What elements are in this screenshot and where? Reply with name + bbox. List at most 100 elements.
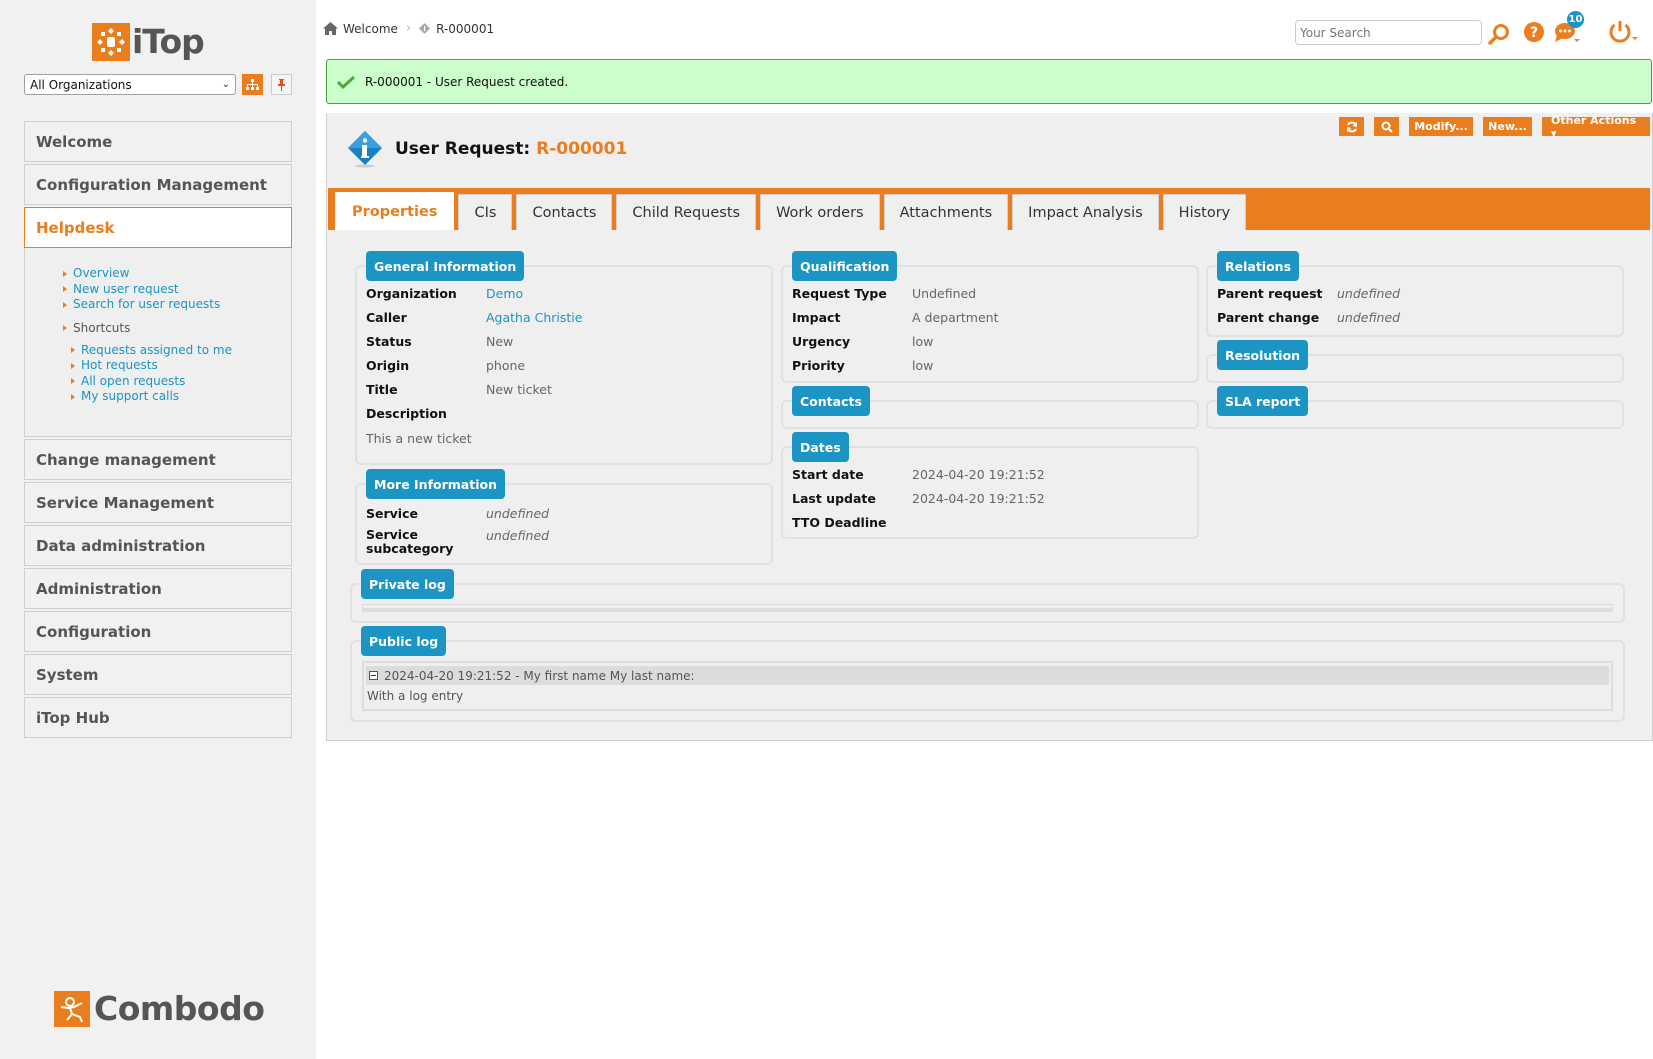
combodo-logo-icon: [54, 990, 90, 1027]
menu-configuration[interactable]: Configuration: [24, 611, 292, 652]
tab-attachments[interactable]: Attachments: [883, 194, 1009, 230]
menu-change-management[interactable]: Change management: [24, 439, 292, 480]
shortcut-all-open-requests[interactable]: All open requests: [71, 374, 291, 390]
menu-service-management[interactable]: Service Management: [24, 482, 292, 523]
tab-history[interactable]: History: [1162, 194, 1247, 230]
menu-configuration-management[interactable]: Configuration Management: [24, 164, 292, 205]
sla-report-section: SLA report: [1206, 386, 1624, 429]
status-value: New: [486, 333, 514, 349]
organization-link[interactable]: Demo: [486, 286, 523, 301]
log-entry-header[interactable]: 2024-04-20 19:21:52 - My first name My l…: [366, 666, 1609, 685]
menu-data-administration[interactable]: Data administration: [24, 525, 292, 566]
tab-cis[interactable]: CIs: [458, 194, 513, 230]
breadcrumb-separator-icon: ›: [405, 21, 412, 36]
collapse-icon[interactable]: [369, 671, 378, 680]
tab-child-requests[interactable]: Child Requests: [616, 194, 757, 230]
itop-logo-text: iTop: [132, 22, 205, 61]
relations-legend: Relations: [1217, 251, 1300, 281]
object-actions: Modify... New... Other Actions ▾: [1329, 114, 1650, 140]
object-reference: R-000001: [536, 139, 628, 159]
log-entry-text: With a log entry: [367, 689, 464, 703]
object-class-label: User Request:: [395, 139, 531, 159]
itop-logo[interactable]: iTop: [92, 22, 205, 61]
pin-icon: [278, 78, 285, 91]
submenu-new-user-request[interactable]: New user request: [63, 282, 291, 298]
field-label: Caller: [366, 309, 407, 325]
success-message-text: R-000001 - User Request created.: [365, 74, 569, 89]
request-type-value: Undefined: [912, 285, 977, 301]
breadcrumb: Welcome › R-000001: [323, 21, 494, 36]
priority-value: low: [912, 357, 934, 373]
field-label: Service subcategory: [366, 527, 454, 556]
global-search-input[interactable]: [1295, 20, 1482, 45]
menu-administration[interactable]: Administration: [24, 568, 292, 609]
field-label: Priority: [792, 357, 845, 373]
more-information-legend: More Information: [366, 469, 505, 499]
other-actions-button[interactable]: Other Actions ▾: [1542, 114, 1650, 140]
power-icon[interactable]: [1607, 19, 1641, 45]
private-log-legend: Private log: [361, 569, 454, 599]
search-icon[interactable]: [1487, 22, 1511, 46]
sitemap-icon: [246, 78, 259, 90]
submenu-shortcuts[interactable]: Shortcuts: [63, 321, 291, 335]
refresh-icon: [1346, 121, 1357, 132]
svg-text:?: ?: [1530, 25, 1538, 41]
origin-value: phone: [486, 357, 526, 373]
dates-legend: Dates: [792, 432, 849, 462]
modify-button[interactable]: Modify...: [1409, 117, 1473, 136]
private-log-area[interactable]: [362, 604, 1613, 612]
public-log-section: Public log 2024-04-20 19:21:52 - My firs…: [350, 626, 1625, 722]
menu-welcome[interactable]: Welcome: [24, 121, 292, 162]
breadcrumb-current[interactable]: R-000001: [436, 22, 494, 36]
field-label: Description: [366, 405, 447, 421]
service-value: undefined: [486, 505, 550, 521]
tab-contacts[interactable]: Contacts: [516, 194, 613, 230]
field-label: Request Type: [792, 285, 887, 301]
chevron-down-icon: ⌄: [221, 79, 230, 90]
submenu-overview[interactable]: Overview: [63, 266, 291, 282]
field-label: Status: [366, 333, 412, 349]
impact-value: A department: [912, 309, 999, 325]
menu-itop-hub[interactable]: iTop Hub: [24, 697, 292, 738]
magnifier-icon: [1381, 121, 1393, 133]
refresh-button[interactable]: [1339, 117, 1364, 136]
field-label: Urgency: [792, 333, 851, 349]
title-value: New ticket: [486, 381, 552, 397]
shortcut-requests-assigned-to-me[interactable]: Requests assigned to me: [71, 343, 291, 359]
menu-helpdesk[interactable]: Helpdesk: [24, 207, 292, 248]
new-button[interactable]: New...: [1483, 117, 1532, 136]
field-label: Title: [366, 381, 398, 397]
qualification-legend: Qualification: [792, 251, 898, 281]
tab-properties[interactable]: Properties: [335, 192, 455, 230]
shortcut-hot-requests[interactable]: Hot requests: [71, 358, 291, 374]
urgency-value: low: [912, 333, 934, 349]
pin-menu-button[interactable]: [271, 74, 292, 95]
contacts-legend: Contacts: [792, 386, 870, 416]
submenu-search-user-requests[interactable]: Search for user requests: [63, 297, 291, 313]
itop-logo-icon: [92, 22, 130, 61]
info-icon: [348, 131, 382, 168]
checkmark-icon: [337, 75, 355, 89]
organization-chart-button[interactable]: [242, 74, 263, 95]
tab-work-orders[interactable]: Work orders: [760, 194, 880, 230]
breadcrumb-welcome[interactable]: Welcome: [343, 22, 398, 36]
page-title: User Request: R-000001: [395, 139, 627, 159]
help-icon[interactable]: ?: [1523, 21, 1545, 43]
object-details-panel: Modify... New... Other Actions ▾ User Re…: [326, 113, 1653, 741]
parent-change-value: undefined: [1337, 309, 1401, 325]
search-similar-button[interactable]: [1374, 117, 1399, 136]
relations-section: Relations Parent request undefined Parent…: [1206, 251, 1624, 337]
field-label: Parent request: [1217, 285, 1323, 301]
tab-impact-analysis[interactable]: Impact Analysis: [1012, 194, 1159, 230]
menu-system[interactable]: System: [24, 654, 292, 695]
private-log-section: Private log: [350, 569, 1625, 623]
shortcut-my-support-calls[interactable]: My support calls: [71, 389, 291, 405]
organization-select[interactable]: All Organizations ⌄: [24, 74, 236, 95]
combodo-logo[interactable]: Combodo: [54, 989, 265, 1028]
field-label: Start date: [792, 466, 864, 482]
contacts-section: Contacts: [781, 386, 1199, 429]
caller-link[interactable]: Agatha Christie: [486, 310, 582, 325]
dates-section: Dates Start date 2024-04-20 19:21:52 Last…: [781, 432, 1199, 539]
success-message: R-000001 - User Request created.: [326, 59, 1652, 104]
parent-request-value: undefined: [1337, 285, 1401, 301]
